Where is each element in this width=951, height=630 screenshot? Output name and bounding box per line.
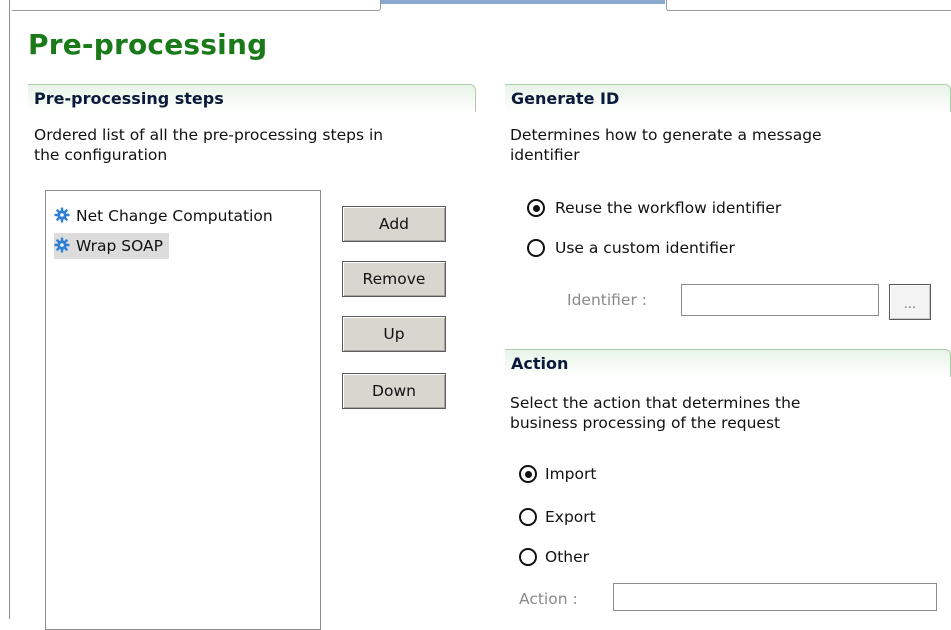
gear-icon [54,207,70,223]
radio-button-checked[interactable] [519,465,537,483]
generate-id-section-title: Generate ID [511,89,620,108]
list-item-label: Wrap SOAP [76,237,163,255]
generate-id-section-header: Generate ID [505,84,951,112]
steps-description: Ordered list of all the pre-processing s… [34,125,383,165]
browse-identifier-button[interactable]: ... [889,284,931,320]
generate-id-description: Determines how to generate a message ide… [510,125,822,165]
up-button[interactable]: Up [342,316,446,352]
gear-icon [54,237,70,253]
action-description-line2: business processing of the request [510,414,781,432]
identifier-input[interactable] [681,284,879,316]
export-label: Export [545,508,596,526]
radio-button-unchecked[interactable] [527,239,545,257]
editor-left-border [9,0,10,619]
identifier-label: Identifier : [567,291,647,309]
radio-button-unchecked[interactable] [519,548,537,566]
steps-description-line1: Ordered list of all the pre-processing s… [34,126,384,144]
editor-tab-next[interactable] [666,0,951,11]
custom-id-label: Use a custom identifier [555,239,735,257]
steps-list[interactable]: Net Change Computation Wrap SOAP [45,190,321,630]
page-title: Pre-processing [28,28,268,61]
list-item[interactable]: Wrap SOAP [54,233,169,259]
action-section-title: Action [511,354,569,373]
down-button[interactable]: Down [342,373,446,409]
list-item[interactable]: Net Change Computation [54,203,273,229]
action-section-header: Action [505,349,951,377]
list-item-label: Net Change Computation [76,207,273,225]
generate-id-description-line1: Determines how to generate a message [510,126,822,144]
import-label: Import [545,465,597,483]
steps-section-header: Pre-processing steps [28,84,476,112]
steps-section-title: Pre-processing steps [34,89,224,108]
add-button[interactable]: Add [342,206,446,242]
remove-button[interactable]: Remove [342,261,446,297]
other-label: Other [545,548,590,566]
action-description-line1: Select the action that determines the [510,394,801,412]
action-description: Select the action that determines the bu… [510,393,800,433]
reuse-workflow-id-label: Reuse the workflow identifier [555,199,782,217]
steps-description-line2: the configuration [34,146,168,164]
editor-tab-active[interactable] [381,0,665,10]
editor-tab-strip [0,0,951,11]
radio-button-checked[interactable] [527,199,545,217]
radio-button-unchecked[interactable] [519,508,537,526]
generate-id-description-line2: identifier [510,146,580,164]
action-input[interactable] [613,583,937,611]
editor-tab-previous[interactable] [12,0,381,11]
action-label: Action : [519,590,578,608]
